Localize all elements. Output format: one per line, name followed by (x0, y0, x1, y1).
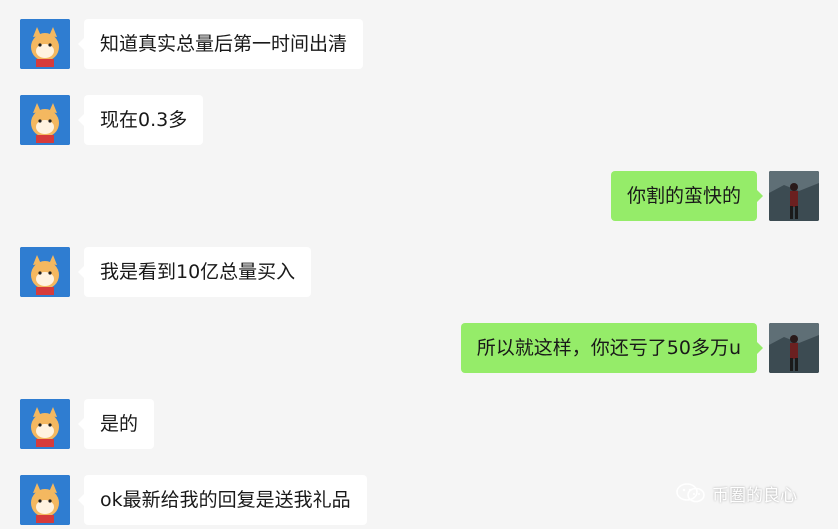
message-bubble[interactable]: 所以就这样，你还亏了50多万u (460, 323, 764, 373)
message-bubble[interactable]: ok最新给我的回复是送我礼品 (78, 475, 367, 525)
message-bubble[interactable]: 知道真实总量后第一时间出清 (77, 19, 364, 69)
watermark-text: 币圈的良心 (712, 485, 797, 506)
shiba-dog-avatar[interactable] (20, 247, 70, 297)
shiba-dog-avatar[interactable] (20, 399, 70, 449)
shiba-dog-avatar[interactable] (20, 19, 70, 69)
shiba-dog-avatar[interactable] (20, 475, 70, 525)
dark-figure-avatar[interactable] (769, 171, 819, 221)
message-bubble[interactable]: 是的 (77, 399, 155, 449)
watermark: 币圈的良心 (676, 480, 797, 506)
message-bubble[interactable]: 现在0.3多 (77, 95, 204, 145)
message-bubble[interactable]: 我是看到10亿总量买入 (77, 247, 312, 297)
dark-figure-avatar[interactable] (769, 323, 819, 373)
shiba-dog-avatar[interactable] (20, 95, 70, 145)
message-bubble[interactable]: 你割的蛮快的 (610, 171, 764, 221)
wechat-official-account-icon (676, 482, 706, 504)
